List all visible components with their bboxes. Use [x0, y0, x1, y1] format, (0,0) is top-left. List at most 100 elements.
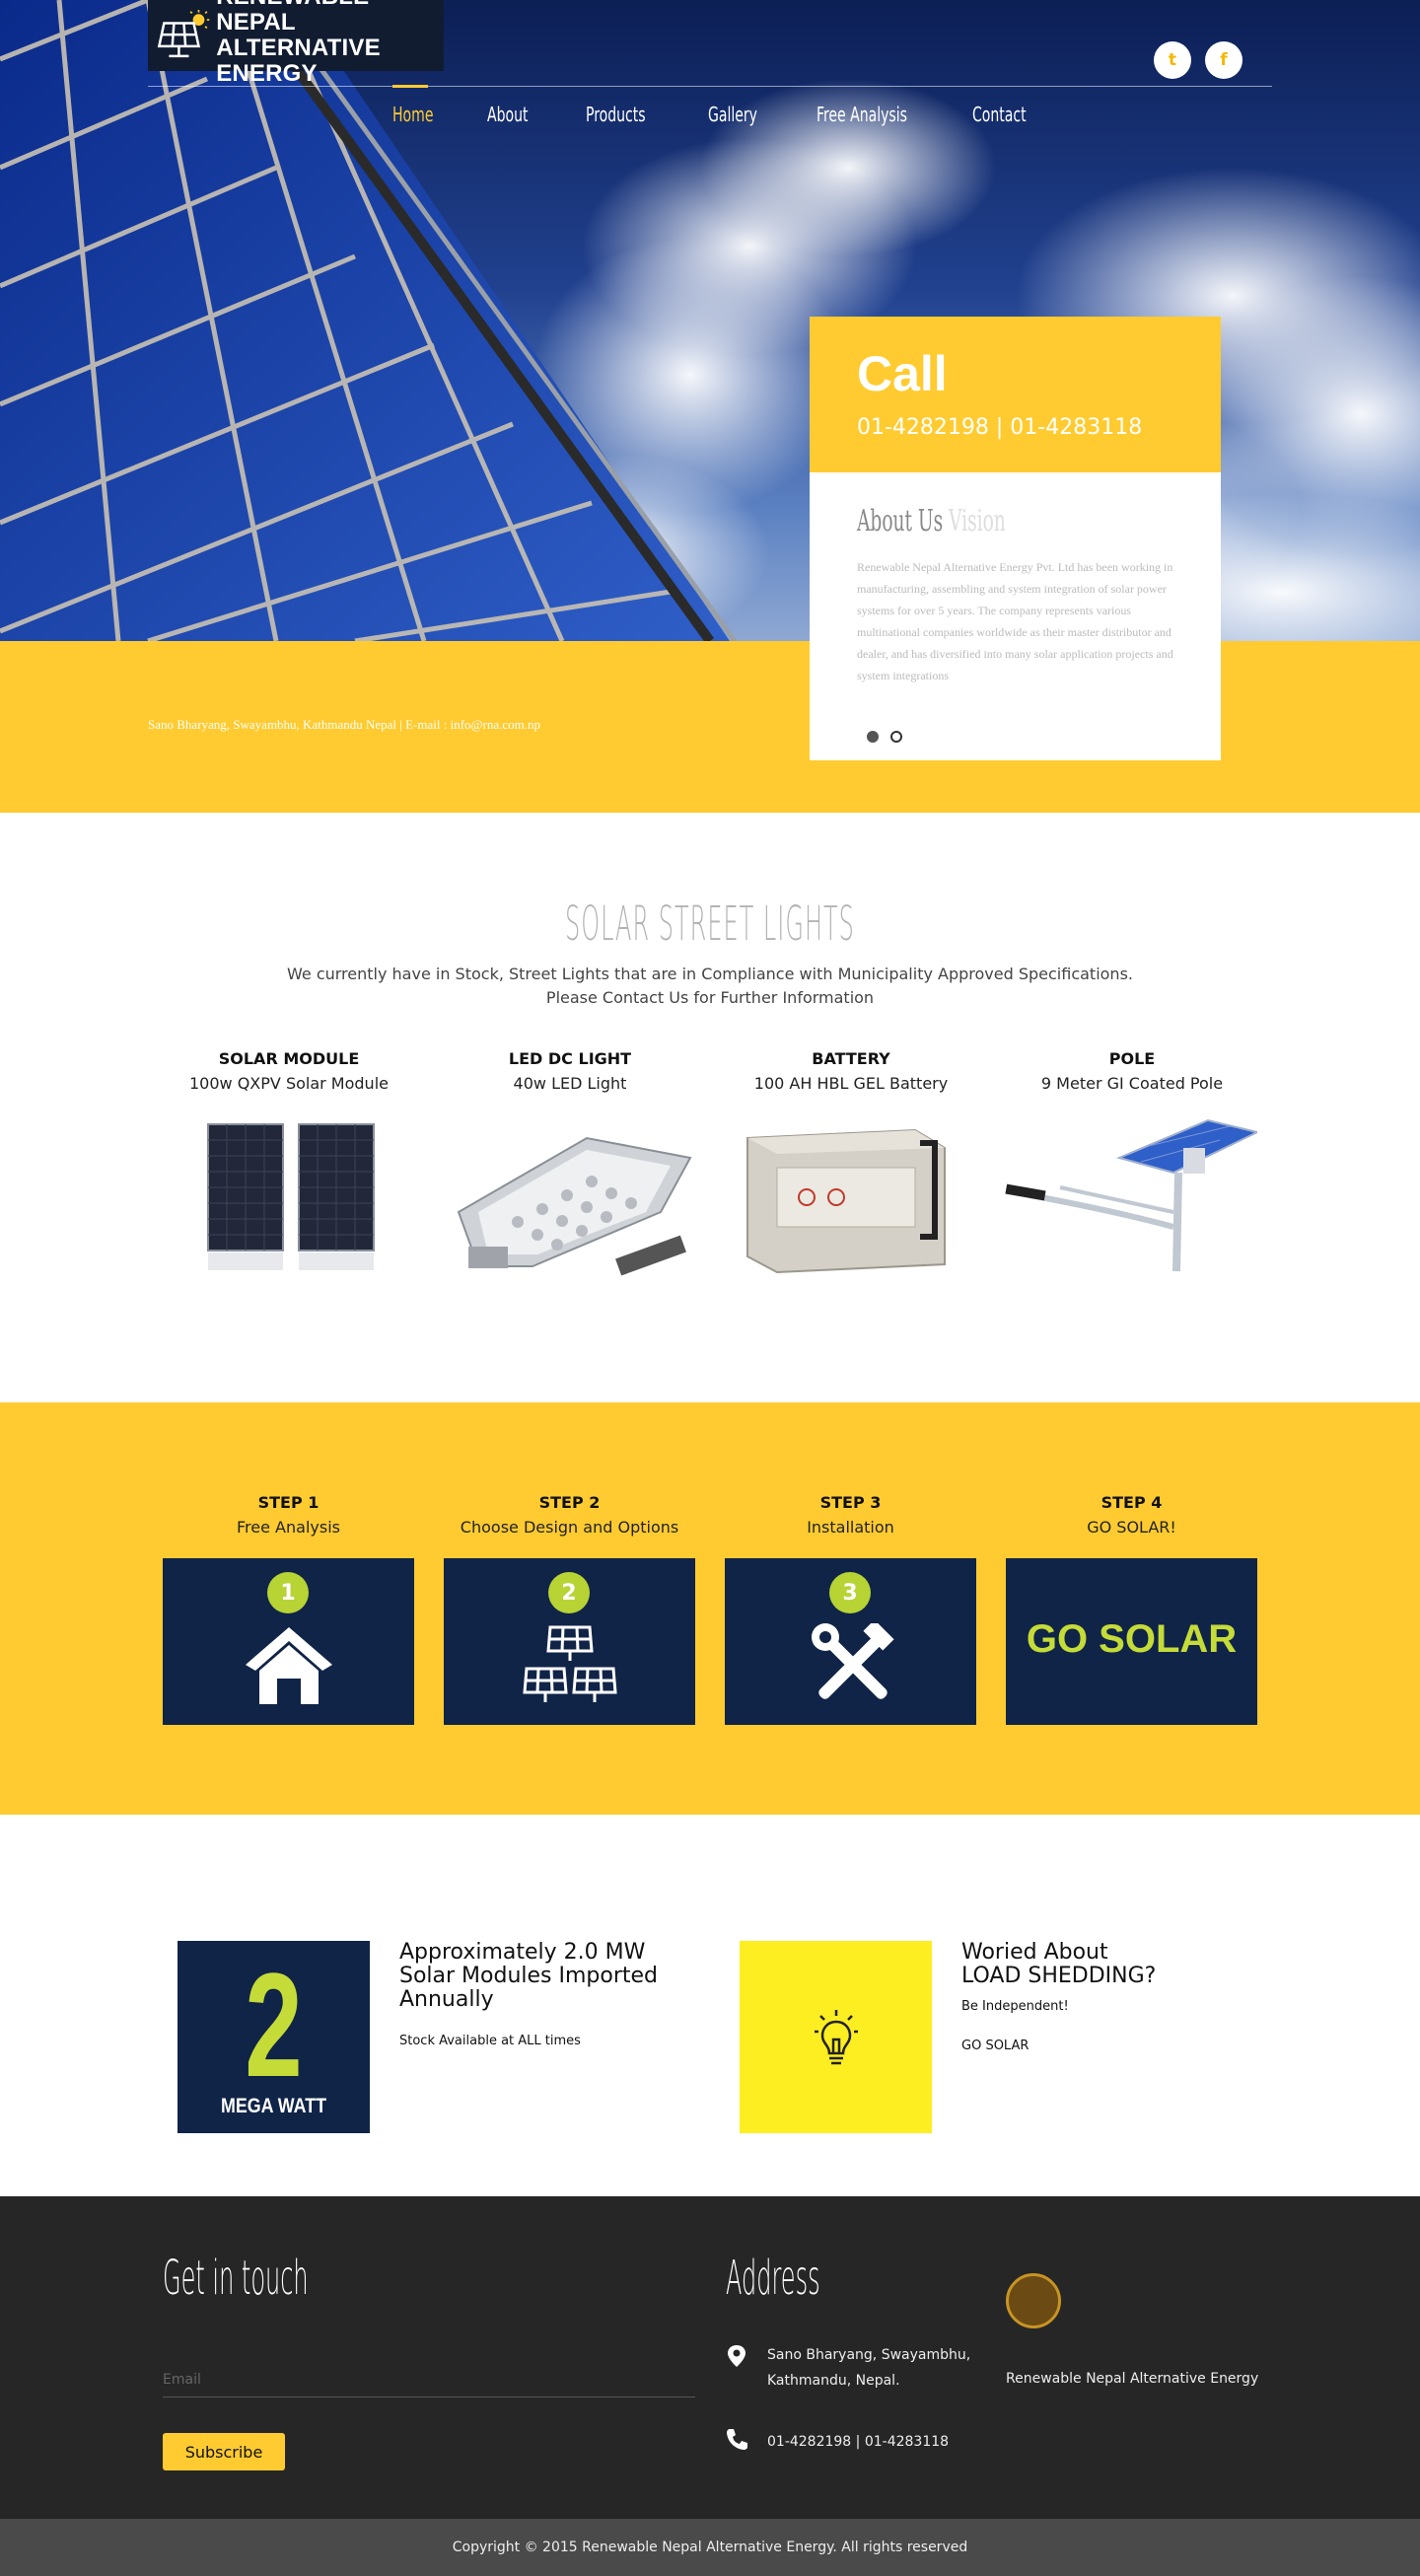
lightbulb-icon — [814, 2009, 858, 2064]
company-seal-icon — [1006, 2273, 1061, 2328]
slider-dots — [867, 731, 902, 743]
product-led-light: LED DC LIGHT 40w LED Light — [429, 1049, 711, 1093]
get-in-touch-title: Get in touch — [163, 2251, 454, 2306]
contact-line: Sano Bharyang, Swayambhu, Kathmandu Nepa… — [148, 717, 540, 732]
nav-contact[interactable]: Contact — [972, 103, 1027, 126]
street-lights-section: SOLAR STREET LIGHTS We currently have in… — [0, 813, 1420, 1402]
nav-free-analysis[interactable]: Free Analysis — [816, 103, 907, 126]
product-title: POLE — [1108, 1049, 1156, 1068]
vision-title-text: Vision — [949, 504, 1006, 538]
product-title: LED DC LIGHT — [508, 1049, 632, 1068]
main-nav: Home About Products Gallery Free Analysi… — [0, 103, 1420, 142]
address-title-text: Address — [726, 2251, 820, 2306]
product-subtitle: 9 Meter GI Coated Pole — [1040, 1074, 1224, 1093]
product-title: BATTERY — [812, 1049, 890, 1068]
be-independent-text: Be Independent! — [961, 1999, 1069, 2014]
subscribe-button[interactable]: Subscribe — [163, 2433, 285, 2470]
step-title: STEP 3 — [819, 1493, 882, 1512]
facebook-button[interactable]: f — [1205, 41, 1242, 79]
footer-phones: 01-4282198 | 01-4283118 — [767, 2434, 950, 2450]
step-4: STEP 4 GO SOLAR! — [1006, 1493, 1257, 1537]
call-phones: 01-4282198 | 01-4283118 — [857, 415, 1143, 440]
product-pole: POLE 9 Meter GI Coated Pole — [991, 1049, 1273, 1093]
call-title: Call — [857, 346, 948, 401]
step-2-card[interactable]: 2 — [444, 1558, 695, 1725]
product-subtitle: 100 AH HBL GEL Battery — [753, 1074, 949, 1093]
copyright-bar: Copyright © 2015 Renewable Nepal Alterna… — [0, 2519, 1420, 2576]
load-shedding-heading-line1: Woried About — [961, 1940, 1108, 1965]
product-battery: BATTERY 100 AH HBL GEL Battery — [710, 1049, 992, 1093]
nav-home[interactable]: Home — [392, 103, 433, 126]
info-section: 2 MEGA WATT Approximately 2.0 MW Solar M… — [0, 1815, 1420, 2196]
step-number-badge: 2 — [548, 1572, 590, 1613]
step-3: STEP 3 Installation — [725, 1493, 976, 1537]
street-subtitle: We currently have in Stock, Street Light… — [0, 963, 1420, 1010]
nav-products[interactable]: Products — [586, 103, 646, 126]
import-heading: Approximately 2.0 MW Solar Modules Impor… — [399, 1940, 659, 2012]
step-title: STEP 2 — [538, 1493, 601, 1512]
twitter-button[interactable]: t — [1154, 41, 1191, 79]
house-icon — [246, 1627, 332, 1704]
nav-gallery[interactable]: Gallery — [708, 103, 757, 126]
about-title: About Us Vision — [857, 504, 1053, 538]
about-text: Renewable Nepal Alternative Energy Pvt. … — [857, 560, 1173, 682]
solar-panel-logo-icon — [157, 10, 210, 58]
address-line1: Sano Bharyang, Swayambhu, — [767, 2347, 971, 2363]
hero-section: RENEWABLE NEPAL ALTERNATIVE ENERGY t f H… — [0, 0, 1420, 813]
load-shedding-heading-line2: LOAD SHEDDING? — [961, 1964, 1157, 1988]
section-title: SOLAR STREET LIGHTS — [0, 896, 1420, 952]
email-field[interactable] — [163, 2362, 695, 2397]
nav-about[interactable]: About — [487, 103, 528, 126]
location-pin-icon — [728, 2345, 746, 2367]
load-shedding-heading: Woried About LOAD SHEDDING? — [961, 1941, 1218, 1988]
mega-watt-label: MEGA WATT — [220, 2095, 327, 2117]
about-title-text: About Us — [857, 504, 944, 538]
site-logo[interactable]: RENEWABLE NEPAL ALTERNATIVE ENERGY — [148, 0, 444, 87]
street-subtitle-line2: Please Contact Us for Further Informatio… — [545, 988, 875, 1007]
slider-dot-1[interactable] — [867, 731, 879, 743]
mega-watt-badge: 2 MEGA WATT — [178, 1941, 370, 2133]
solar-module-image — [207, 1123, 375, 1270]
tools-icon — [812, 1623, 894, 1699]
product-title: SOLAR MODULE — [218, 1049, 360, 1068]
call-box: Call 01-4282198 | 01-4283118 — [810, 317, 1221, 472]
section-title-text: SOLAR STREET LIGHTS — [565, 896, 855, 952]
step-1-card[interactable]: 1 — [163, 1558, 414, 1725]
address-line2: Kathmandu, Nepal. — [767, 2373, 900, 2389]
step-number-badge: 1 — [267, 1572, 309, 1613]
footer: Get in touch Subscribe Address Sano Bhar… — [0, 2196, 1420, 2519]
step-3-card[interactable]: 3 — [725, 1558, 976, 1725]
lightbulb-card — [740, 1941, 932, 2133]
step-subtitle: Free Analysis — [237, 1518, 340, 1537]
step-title: STEP 1 — [257, 1493, 320, 1512]
pole-image — [1005, 1118, 1257, 1272]
step-title: STEP 4 — [1100, 1493, 1163, 1512]
phone-icon — [727, 2429, 747, 2450]
about-slider: About Us Vision Renewable Nepal Alternat… — [810, 472, 1221, 760]
address-text: Sano Bharyang, Swayambhu, Kathmandu, Nep… — [767, 2342, 970, 2394]
twitter-icon: t — [1168, 50, 1177, 70]
steps-section: STEP 1 Free Analysis STEP 2 Choose Desig… — [0, 1402, 1420, 1815]
stock-text: Stock Available at ALL times — [399, 2034, 581, 2048]
get-in-touch-text: Get in touch — [163, 2251, 309, 2306]
product-solar-module: SOLAR MODULE 100w QXPV Solar Module — [148, 1049, 430, 1093]
solar-panels-icon — [523, 1625, 617, 1702]
slider-dot-2[interactable] — [890, 731, 902, 743]
facebook-icon: f — [1220, 50, 1228, 70]
street-subtitle-line1: We currently have in Stock, Street Light… — [287, 965, 1133, 983]
step-2: STEP 2 Choose Design and Options — [444, 1493, 695, 1537]
step-4-card[interactable]: GO SOLAR — [1006, 1558, 1257, 1725]
step-subtitle: Installation — [807, 1518, 894, 1537]
led-light-image — [457, 1136, 692, 1276]
step-1: STEP 1 Free Analysis — [163, 1493, 414, 1537]
go-solar-text: GO SOLAR — [1026, 1617, 1238, 1661]
go-solar-small-text: GO SOLAR — [961, 2039, 1030, 2053]
battery-image — [746, 1128, 946, 1274]
step-subtitle: Choose Design and Options — [460, 1518, 679, 1537]
product-subtitle: 100w QXPV Solar Module — [189, 1074, 389, 1093]
mega-watt-number: 2 — [245, 1942, 303, 2108]
company-name: Renewable Nepal Alternative Energy — [1006, 2371, 1259, 2387]
product-subtitle: 40w LED Light — [513, 1074, 627, 1093]
step-number-badge: 3 — [829, 1572, 871, 1613]
nav-active-indicator — [392, 85, 428, 88]
